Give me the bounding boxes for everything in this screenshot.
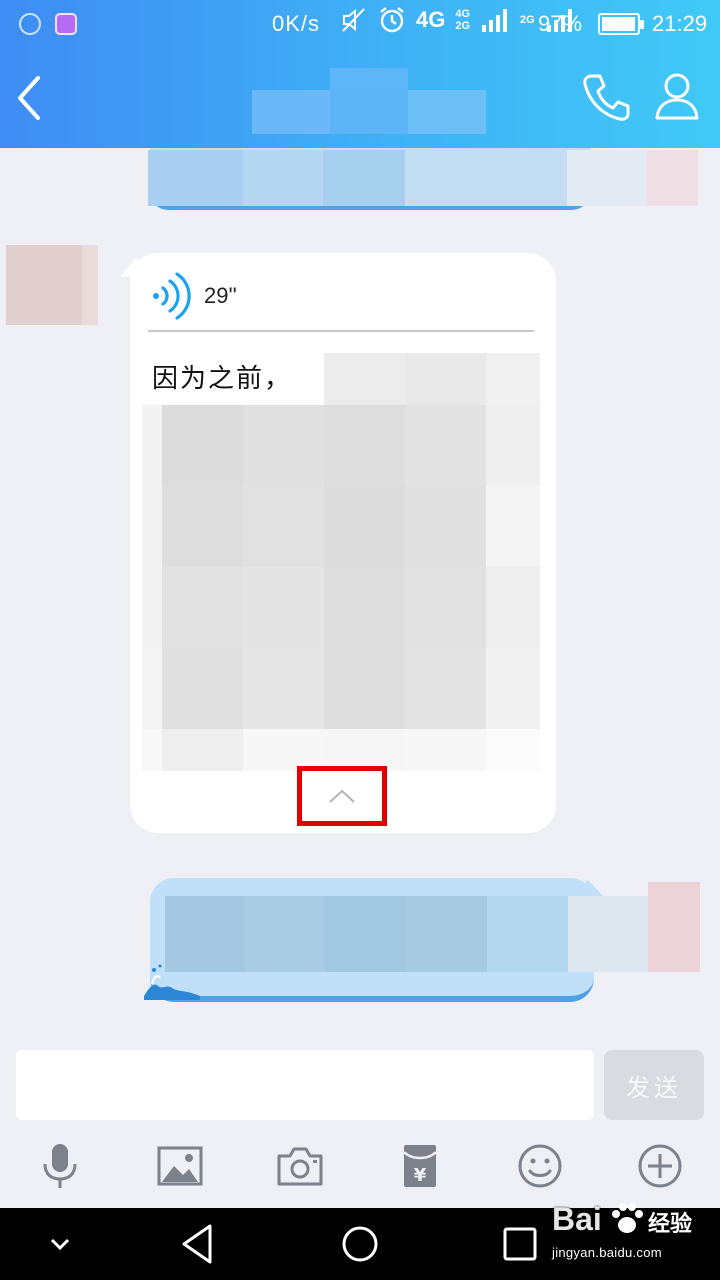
clock: 21:29 xyxy=(652,11,708,36)
composer-toolbar: ¥ xyxy=(0,1136,720,1208)
alarm-icon xyxy=(380,7,404,33)
microphone-button[interactable] xyxy=(30,1136,90,1196)
transcript-redacted xyxy=(142,353,540,771)
hide-keyboard-icon[interactable] xyxy=(36,1220,84,1268)
gallery-notification-icon xyxy=(55,13,77,35)
collapse-transcript-button[interactable] xyxy=(297,766,387,826)
voice-play-button[interactable]: 29'' xyxy=(150,271,237,321)
emoji-icon xyxy=(518,1144,562,1188)
image-button[interactable] xyxy=(150,1136,210,1196)
title-bar xyxy=(0,48,720,148)
sent-message-redacted xyxy=(165,896,700,972)
chat-area[interactable]: 29'' 因为之前， xyxy=(0,148,720,1048)
red-packet-button[interactable]: ¥ xyxy=(390,1136,450,1196)
status-bar: 0K/s 4G 4G 2G 2G 97% 21:29 xyxy=(0,0,720,48)
previous-message-redacted xyxy=(148,150,698,206)
net-speed: 0K/s xyxy=(272,11,321,36)
system-navbar xyxy=(0,1208,720,1280)
voice-duration: 29'' xyxy=(204,283,237,308)
network-second-label: 2G xyxy=(520,14,535,26)
message-input[interactable] xyxy=(16,1050,594,1120)
notification-icon xyxy=(19,13,41,35)
person-icon[interactable] xyxy=(652,70,702,122)
plus-icon xyxy=(638,1144,682,1188)
network-type-small: 4G 2G xyxy=(455,8,470,32)
camera-button[interactable] xyxy=(270,1136,330,1196)
nav-back-icon[interactable] xyxy=(176,1220,224,1268)
battery-percent: 97% xyxy=(538,11,583,36)
mute-icon xyxy=(342,8,365,32)
battery-icon xyxy=(598,13,644,35)
voice-transcript: 因为之前， xyxy=(152,364,293,394)
top-bar: 0K/s 4G 4G 2G 2G 97% 21:29 xyxy=(0,0,720,148)
composer: 发送 ¥ xyxy=(0,1030,720,1208)
microphone-icon xyxy=(43,1144,77,1188)
red-packet-icon: ¥ xyxy=(403,1145,437,1187)
send-button[interactable]: 发送 xyxy=(604,1050,704,1120)
chevron-up-icon xyxy=(329,789,355,803)
emoji-button[interactable] xyxy=(510,1136,570,1196)
network-small-bottom: 2G xyxy=(455,20,471,32)
svg-text:¥: ¥ xyxy=(414,1165,427,1186)
more-button[interactable] xyxy=(630,1136,690,1196)
phone-icon[interactable] xyxy=(580,70,632,124)
network-type-second: 2G xyxy=(520,14,535,26)
image-icon xyxy=(157,1146,203,1186)
voice-message-bubble[interactable]: 29'' 因为之前， xyxy=(130,253,556,833)
avatar-contact[interactable] xyxy=(6,245,98,325)
contact-name-redacted xyxy=(252,68,486,134)
network-small-top: 4G xyxy=(455,8,471,20)
nav-home-icon[interactable] xyxy=(336,1220,384,1268)
camera-icon xyxy=(277,1147,323,1186)
signal-bars-icon xyxy=(482,9,508,32)
back-chevron-icon[interactable] xyxy=(10,72,50,124)
voice-wave-icon xyxy=(153,272,191,320)
divider xyxy=(148,330,534,332)
nav-recents-icon[interactable] xyxy=(496,1220,544,1268)
network-type: 4G xyxy=(416,7,446,32)
avatar-self[interactable] xyxy=(648,882,700,972)
